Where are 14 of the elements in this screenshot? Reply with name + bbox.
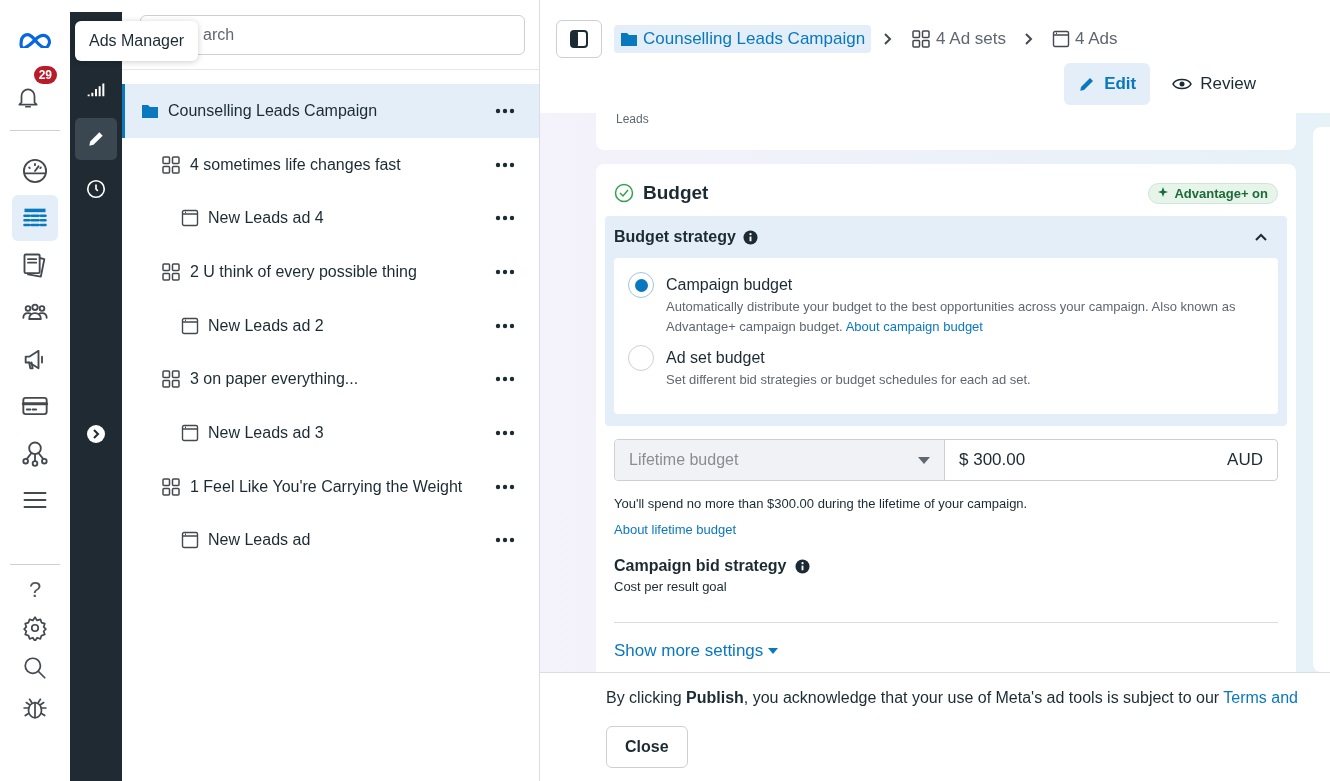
strategy-title: Budget strategy [614, 228, 736, 246]
option-label: Campaign budget [666, 276, 794, 294]
tooltip: Ads Manager [75, 21, 199, 61]
budget-note: You'll spend no more than $300.00 during the lifetime of your campaign. [614, 495, 1029, 513]
notification-badge: 29 [33, 66, 57, 84]
objective-text: Leads [616, 113, 649, 126]
bid-strategy-title: Campaign bid strategy [614, 557, 787, 575]
section-title: Budget [643, 182, 710, 204]
advantage-badge: Advantage+ on [1148, 182, 1278, 204]
bid-strategy-value: Cost per result goal [614, 579, 728, 594]
option-description: Set different bid strategies or budget schedules for each ad set. [666, 371, 1031, 389]
option-description: Automatically distribute your budget to the best opportunities across your campaign. Also known as Advantage+ campaign budget. About campaign budget [666, 298, 1237, 336]
terms-notice: By clicking Publish, you acknowledge that your use of Meta's ad tools is subject to our Terms and [606, 689, 1299, 707]
option-label: Ad set budget [666, 349, 766, 367]
